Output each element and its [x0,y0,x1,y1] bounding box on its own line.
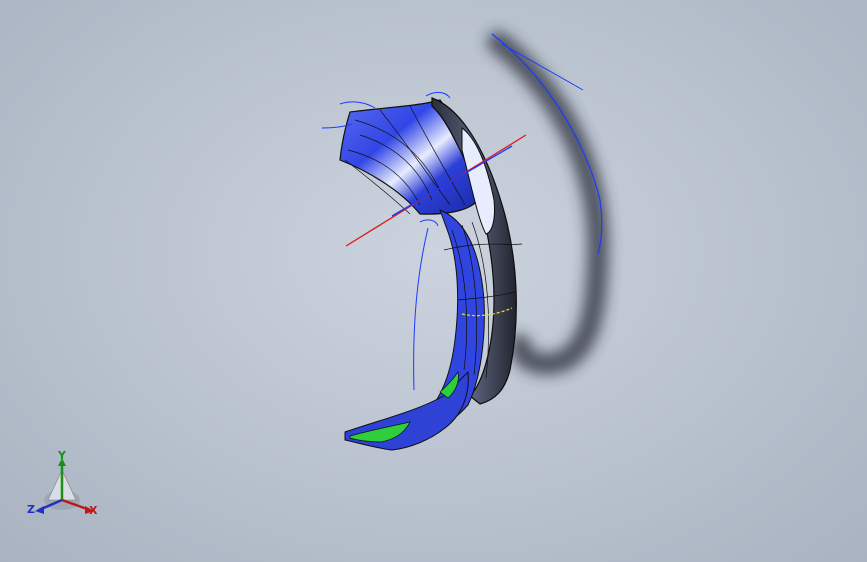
model-view[interactable] [0,0,867,562]
triad-label-y: Y [58,449,66,462]
triad-arrow-z [35,506,44,514]
sketch-curve-left [413,227,429,391]
graphics-viewport[interactable]: Y Z X [0,0,867,562]
triad-label-x: X [89,504,98,517]
coordinate-triad[interactable]: Y Z X [22,448,106,522]
triad-label-z: Z [27,503,35,516]
